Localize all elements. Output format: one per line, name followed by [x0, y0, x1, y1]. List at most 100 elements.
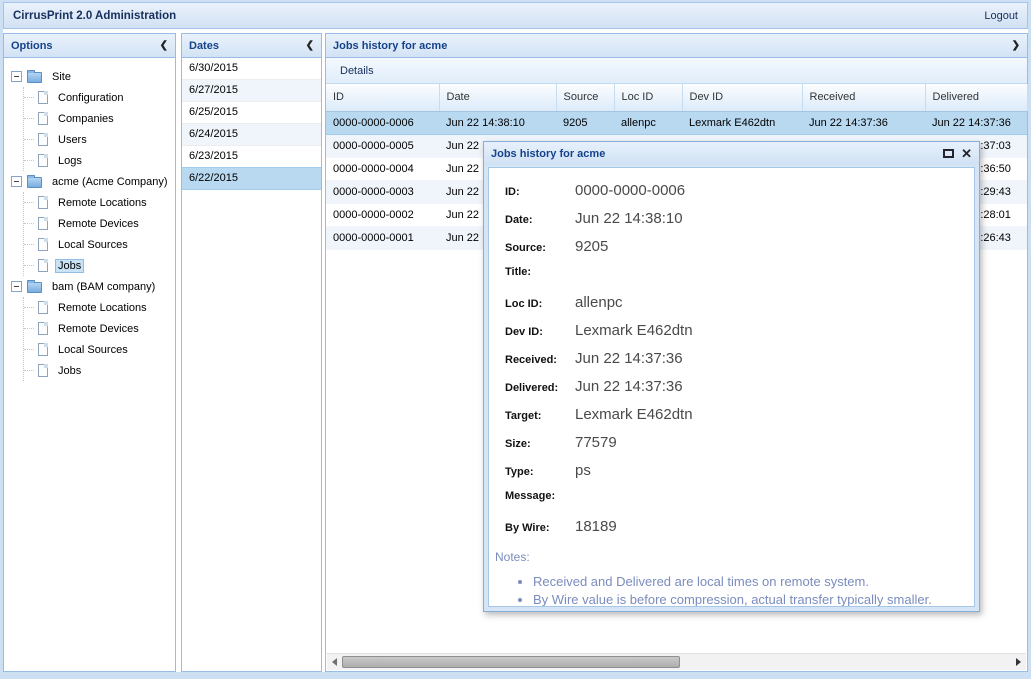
tree-node-label: Companies: [55, 112, 117, 126]
tree-node-bam-remote-devices[interactable]: Remote Devices: [24, 318, 171, 339]
dialog-body: ID: 0000-0000-0006 Date: Jun 22 14:38:10…: [488, 167, 975, 607]
tree-node-label: acme (Acme Company): [49, 175, 171, 189]
tree-node-label: Local Sources: [55, 238, 131, 252]
note-item: By Wire value is before compression, act…: [533, 592, 968, 607]
logout-button[interactable]: Logout: [984, 10, 1018, 22]
cell-source: 9205: [556, 111, 614, 134]
date-item[interactable]: 6/25/2015: [182, 102, 321, 124]
column-header-received[interactable]: Received: [802, 84, 925, 111]
tree-connector: [24, 328, 34, 329]
dialog-fields: ID: 0000-0000-0006 Date: Jun 22 14:38:10…: [495, 182, 968, 546]
tree-collapse-icon[interactable]: [11, 71, 22, 82]
tree-node-configuration[interactable]: Configuration: [24, 87, 171, 108]
field-source: Source: 9205: [505, 238, 968, 266]
options-panel: Options ❮ Site Configuration Companies: [3, 33, 176, 672]
tree-node-acme-jobs[interactable]: Jobs: [24, 255, 171, 276]
tree-node-acme-remote-locations[interactable]: Remote Locations: [24, 192, 171, 213]
tree-node-bam[interactable]: bam (BAM company): [11, 276, 171, 297]
collapse-left-icon[interactable]: ❮: [160, 40, 168, 51]
tree-node-acme-local-sources[interactable]: Local Sources: [24, 234, 171, 255]
tree-connector: [24, 160, 34, 161]
page-icon: [38, 217, 48, 230]
column-header-delivered[interactable]: Delivered: [925, 84, 1027, 111]
field-value: 77579: [575, 434, 617, 451]
tree-connector: [24, 202, 34, 203]
horizontal-scrollbar[interactable]: [327, 653, 1026, 670]
page-icon: [38, 238, 48, 251]
page-icon: [38, 196, 48, 209]
page-icon: [38, 364, 48, 377]
dialog-header[interactable]: Jobs history for acme ✕: [484, 142, 979, 165]
cell-id: 0000-0000-0005: [326, 134, 439, 157]
tree-node-bam-local-sources[interactable]: Local Sources: [24, 339, 171, 360]
options-panel-title: Options: [11, 40, 53, 52]
field-value: allenpc: [575, 294, 623, 311]
cell-id: 0000-0000-0001: [326, 226, 439, 249]
field-label: Dev ID:: [505, 326, 575, 338]
field-label: Target:: [505, 410, 575, 422]
date-item-selected[interactable]: 6/22/2015: [182, 167, 321, 190]
scrollbar-right-arrow-icon[interactable]: [1011, 654, 1026, 670]
tree-collapse-icon[interactable]: [11, 176, 22, 187]
date-item[interactable]: 6/23/2015: [182, 146, 321, 168]
field-value: Jun 22 14:38:10: [575, 210, 683, 227]
tree-node-label: Site: [49, 70, 74, 84]
tree-node-acme[interactable]: acme (Acme Company): [11, 171, 171, 192]
folder-icon: [27, 282, 42, 293]
note-item: Received and Delivered are local times o…: [533, 574, 968, 589]
dates-panel-title: Dates: [189, 40, 219, 52]
field-id: ID: 0000-0000-0006: [505, 182, 968, 210]
column-header-date[interactable]: Date: [439, 84, 556, 111]
field-dev-id: Dev ID: Lexmark E462dtn: [505, 322, 968, 350]
tree-connector: [24, 307, 34, 308]
tree-node-label: Remote Locations: [55, 196, 150, 210]
maximize-icon[interactable]: [943, 149, 954, 158]
field-label: Message:: [505, 490, 575, 502]
tree-node-label: Remote Devices: [55, 322, 142, 336]
scrollbar-thumb[interactable]: [342, 656, 680, 668]
expand-right-icon[interactable]: ❯: [1012, 40, 1020, 51]
tree-node-bam-jobs[interactable]: Jobs: [24, 360, 171, 381]
job-details-dialog: Jobs history for acme ✕ ID: 0000-0000-00…: [483, 141, 980, 612]
tree-node-users[interactable]: Users: [24, 129, 171, 150]
tree-collapse-icon[interactable]: [11, 281, 22, 292]
column-header-id[interactable]: ID: [326, 84, 439, 111]
dates-panel-header: Dates ❮: [182, 34, 321, 58]
field-value: Jun 22 14:37:36: [575, 378, 683, 395]
details-button[interactable]: Details: [336, 63, 378, 79]
column-header-source[interactable]: Source: [556, 84, 614, 111]
field-label: Title:: [505, 266, 575, 278]
tree-node-label: Remote Devices: [55, 217, 142, 231]
job-row-selected[interactable]: 0000-0000-0006 Jun 22 14:38:10 9205 alle…: [326, 111, 1027, 134]
notes-list: Received and Delivered are local times o…: [495, 574, 968, 607]
collapse-left-icon[interactable]: ❮: [306, 40, 314, 51]
close-icon[interactable]: ✕: [961, 147, 972, 160]
date-item[interactable]: 6/24/2015: [182, 124, 321, 146]
column-header-loc-id[interactable]: Loc ID: [614, 84, 682, 111]
cell-id: 0000-0000-0004: [326, 157, 439, 180]
field-date: Date: Jun 22 14:38:10: [505, 210, 968, 238]
scrollbar-left-arrow-icon[interactable]: [327, 654, 342, 670]
date-item[interactable]: 6/30/2015: [182, 58, 321, 80]
app-title: CirrusPrint 2.0 Administration: [13, 10, 176, 22]
tree-node-bam-remote-locations[interactable]: Remote Locations: [24, 297, 171, 318]
tree-node-companies[interactable]: Companies: [24, 108, 171, 129]
field-message: Message:: [505, 490, 968, 518]
tree-node-label: Logs: [55, 154, 85, 168]
tree-connector: [24, 223, 34, 224]
field-target: Target: Lexmark E462dtn: [505, 406, 968, 434]
page-icon: [38, 154, 48, 167]
date-item[interactable]: 6/27/2015: [182, 80, 321, 102]
page-icon: [38, 343, 48, 356]
tree-node-site[interactable]: Site: [11, 66, 171, 87]
cell-id: 0000-0000-0006: [326, 111, 439, 134]
bam-children: Remote Locations Remote Devices Local So…: [23, 297, 171, 381]
cell-id: 0000-0000-0002: [326, 203, 439, 226]
field-value: 18189: [575, 518, 617, 535]
field-label: Received:: [505, 354, 575, 366]
column-header-dev-id[interactable]: Dev ID: [682, 84, 802, 111]
field-loc-id: Loc ID: allenpc: [505, 294, 968, 322]
tree-node-acme-remote-devices[interactable]: Remote Devices: [24, 213, 171, 234]
folder-icon: [27, 177, 42, 188]
tree-node-logs[interactable]: Logs: [24, 150, 171, 171]
